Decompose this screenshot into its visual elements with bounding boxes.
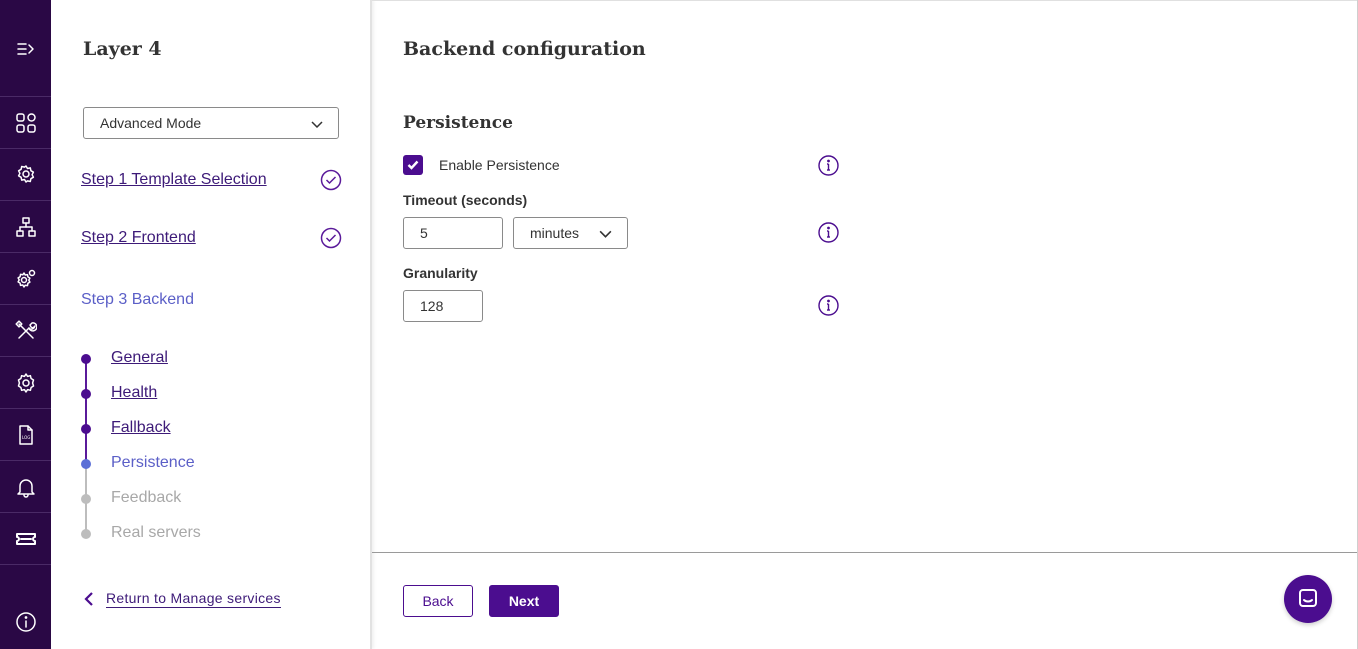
tools-icon[interactable] (0, 305, 51, 357)
rail-divider (0, 564, 51, 565)
step-frontend[interactable]: Step 2 Frontend (81, 229, 196, 247)
check-circle-icon (320, 169, 342, 191)
network-icon[interactable] (0, 201, 51, 253)
substep-health[interactable]: Health (111, 384, 157, 402)
return-link[interactable]: Return to Manage services (81, 590, 281, 608)
substep-general[interactable]: General (111, 349, 168, 367)
mode-select[interactable]: Advanced Mode (83, 107, 339, 139)
timeout-input[interactable] (403, 217, 503, 249)
step-backend: Step 3 Backend (81, 291, 194, 308)
step-template-selection[interactable]: Step 1 Template Selection (81, 171, 267, 189)
info-icon[interactable] (0, 596, 51, 648)
substep-real-servers: Real servers (111, 524, 201, 541)
timeout-unit-value: minutes (530, 225, 580, 241)
chat-launcher-button[interactable] (1284, 575, 1332, 623)
panel-title: Layer 4 (83, 38, 162, 60)
enable-persistence-label: Enable Persistence (439, 157, 560, 173)
enable-persistence-row: Enable Persistence (403, 155, 560, 175)
log-file-icon[interactable]: LOG (0, 409, 51, 461)
page-title: Backend configuration (403, 38, 646, 60)
substep-fallback[interactable]: Fallback (111, 419, 171, 437)
icon-rail: LOG (0, 0, 51, 649)
svg-text:LOG: LOG (22, 435, 30, 440)
timeline-dot (81, 529, 91, 539)
timeout-label: Timeout (seconds) (403, 192, 528, 208)
ticket-icon[interactable] (0, 513, 51, 565)
timeline-dot (81, 389, 91, 399)
chevron-left-icon (84, 592, 93, 606)
granularity-label: Granularity (403, 265, 478, 281)
dashboard-icon[interactable] (0, 97, 51, 149)
substep-persistence: Persistence (111, 454, 195, 471)
return-link-label: Return to Manage services (106, 590, 281, 608)
location-gear-icon[interactable] (0, 149, 51, 201)
bell-icon[interactable] (0, 461, 51, 513)
mode-select-value: Advanced Mode (100, 115, 202, 131)
info-icon[interactable] (818, 155, 839, 176)
timeline-dot (81, 424, 91, 434)
timeline-dot (81, 354, 91, 364)
chevron-down-icon (310, 117, 324, 131)
check-circle-icon (320, 227, 342, 249)
check-icon (407, 160, 419, 170)
settings-gears-icon[interactable] (0, 253, 51, 305)
expand-menu-icon[interactable] (0, 23, 51, 75)
back-button[interactable]: Back (403, 585, 473, 617)
footer-divider (372, 552, 1358, 553)
granularity-input[interactable] (403, 290, 483, 322)
gear-icon[interactable] (0, 357, 51, 409)
substep-feedback: Feedback (111, 489, 182, 506)
info-icon[interactable] (818, 222, 839, 243)
wizard-panel: Layer 4 Advanced Mode Step 1 Template Se… (51, 0, 372, 649)
timeline-dot (81, 459, 91, 469)
chat-icon (1299, 589, 1317, 607)
chevron-down-icon (598, 226, 613, 241)
timeline-dot (81, 494, 91, 504)
section-title: Persistence (403, 113, 513, 133)
timeline-line-progress (85, 358, 87, 463)
info-icon[interactable] (818, 295, 839, 316)
enable-persistence-checkbox[interactable] (403, 155, 423, 175)
next-button[interactable]: Next (489, 585, 559, 617)
timeout-unit-select[interactable]: minutes (513, 217, 628, 249)
top-border (372, 0, 1358, 1)
